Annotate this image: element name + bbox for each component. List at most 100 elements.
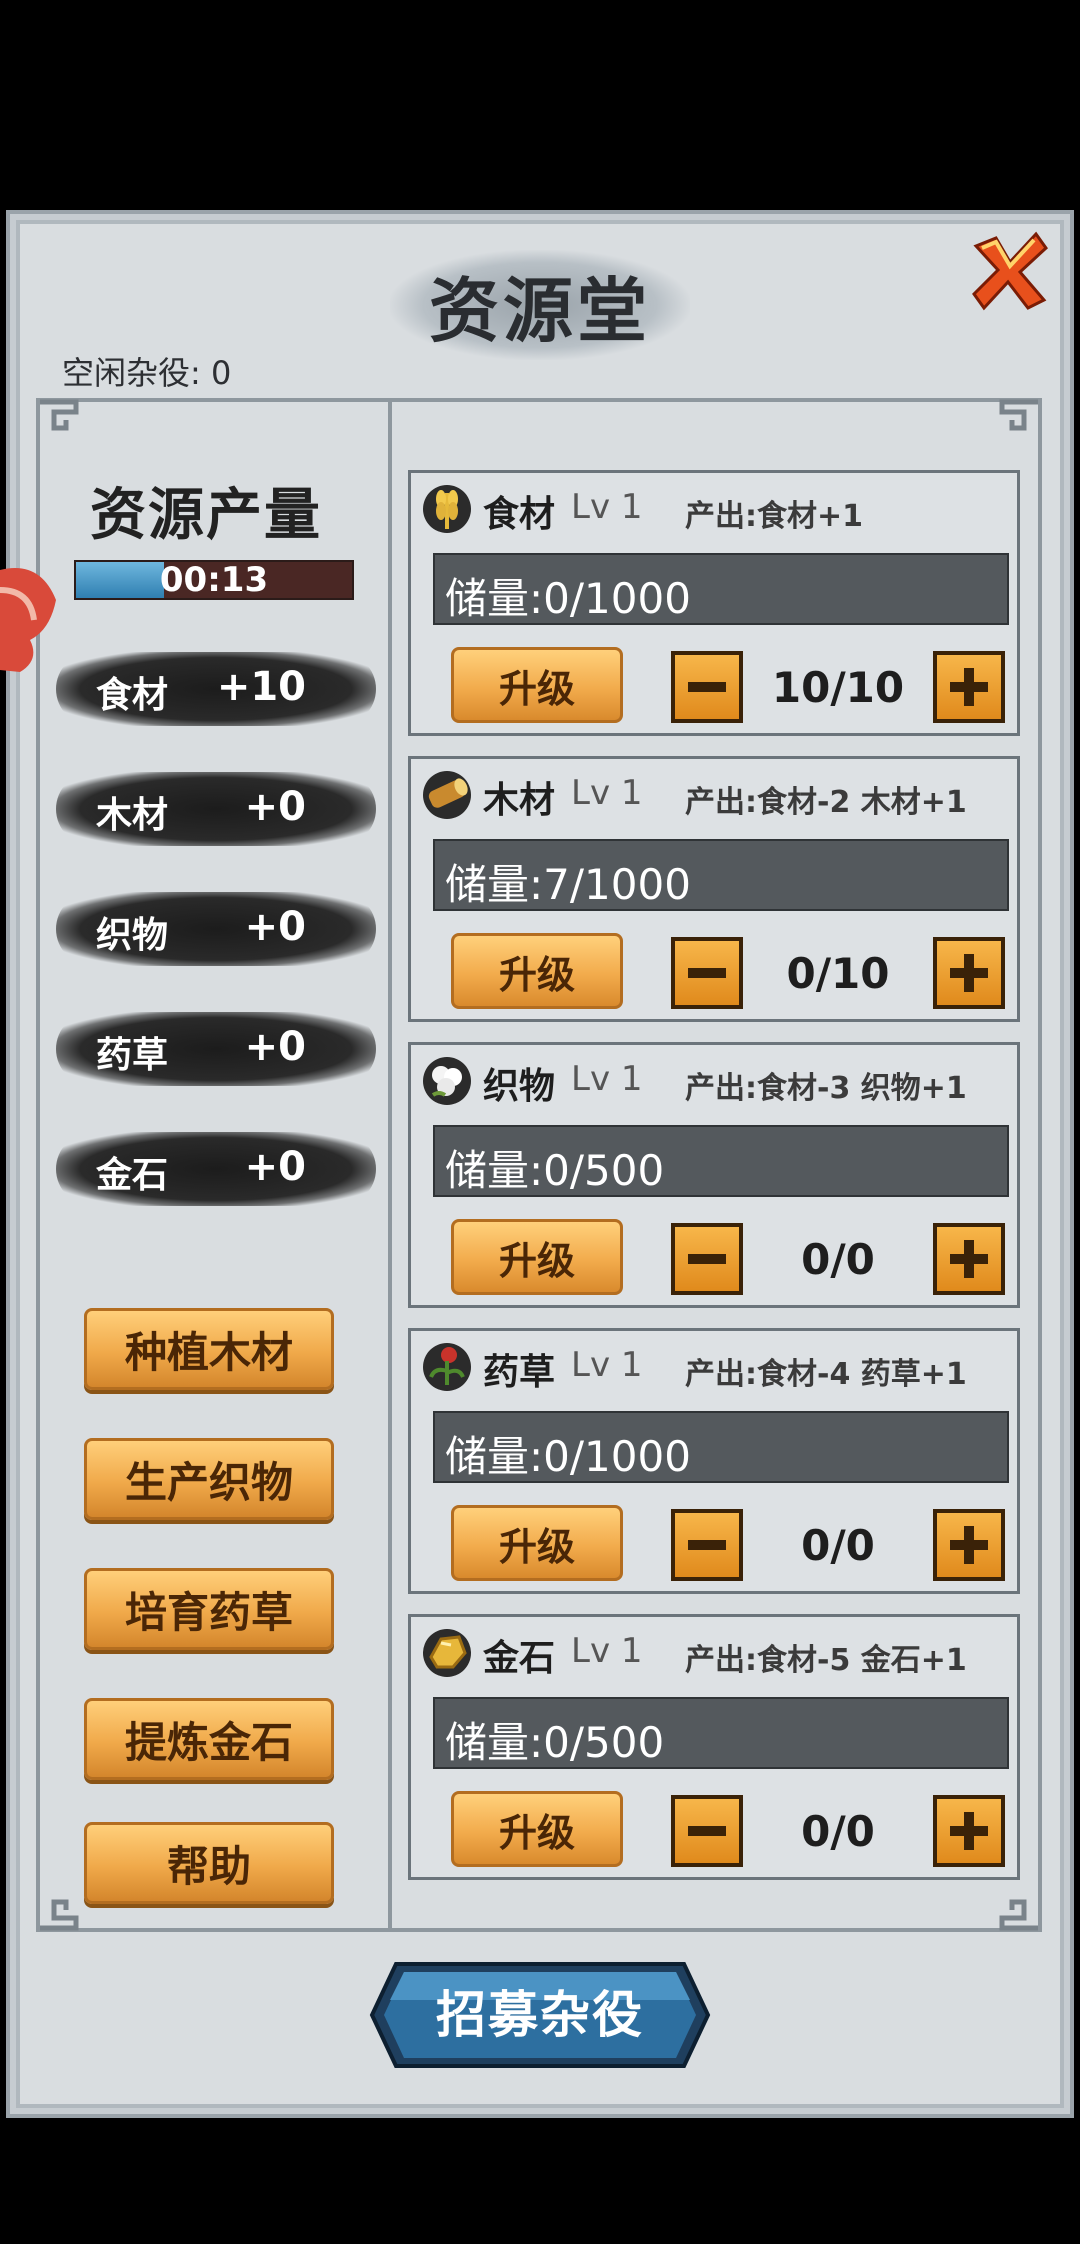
- card-level: Lv 1: [571, 1631, 643, 1671]
- storage-text: 储量:7/1000: [445, 860, 691, 909]
- storage-bar: 储量:0/500: [433, 1697, 1009, 1769]
- increase-button[interactable]: [933, 1223, 1005, 1295]
- production-row: 织物 +0: [56, 892, 376, 966]
- production-row-value: +0: [244, 1144, 306, 1190]
- close-button[interactable]: [966, 228, 1052, 314]
- card-header: 食材 Lv 1 产出:食材+1: [411, 473, 1017, 543]
- column-divider: [388, 398, 392, 1932]
- minus-icon: [688, 1254, 726, 1264]
- log-icon: [423, 771, 471, 819]
- production-row-name: 木材: [96, 795, 169, 836]
- increase-button[interactable]: [933, 651, 1005, 723]
- cultivate-herb-button[interactable]: 培育药草: [84, 1568, 334, 1650]
- production-row-value: +0: [244, 784, 306, 830]
- plus-icon: [950, 954, 988, 992]
- increase-button[interactable]: [933, 937, 1005, 1009]
- corner-ornament-top-left: [40, 399, 79, 431]
- gold-ore-icon: [423, 1629, 471, 1677]
- minus-icon: [688, 682, 726, 692]
- card-output: 产出:食材-3 织物+1: [685, 1071, 967, 1106]
- produce-fabric-button[interactable]: 生产织物: [84, 1438, 334, 1520]
- decrease-button[interactable]: [671, 651, 743, 723]
- resource-card-wood: 木材 Lv 1 产出:食材-2 木材+1 储量:7/1000 升级 0/10: [408, 756, 1020, 1022]
- card-name: 金石: [483, 1638, 556, 1679]
- production-row: 木材 +0: [56, 772, 376, 846]
- title-plate: 资源堂: [390, 250, 690, 360]
- production-timer-bar: 00:13: [74, 560, 354, 600]
- card-level: Lv 1: [571, 773, 643, 813]
- minus-icon: [688, 1826, 726, 1836]
- recruit-label: 招募杂役: [436, 1986, 644, 2044]
- card-level: Lv 1: [571, 1345, 643, 1385]
- production-row: 药草 +0: [56, 1012, 376, 1086]
- plus-icon: [950, 1526, 988, 1564]
- card-name: 食材: [483, 494, 556, 535]
- decrease-button[interactable]: [671, 1509, 743, 1581]
- storage-bar: 储量:7/1000: [433, 839, 1009, 911]
- close-icon: [972, 231, 1048, 311]
- herb-icon: [423, 1343, 471, 1391]
- resource-card-food: 食材 Lv 1 产出:食材+1 储量:0/1000 升级 10/10: [408, 470, 1020, 736]
- decrease-button[interactable]: [671, 1795, 743, 1867]
- production-row: 金石 +0: [56, 1132, 376, 1206]
- production-title: 资源产量: [90, 483, 322, 548]
- side-ribbon-icon: [0, 568, 56, 672]
- card-name: 木材: [483, 780, 556, 821]
- production-row-name: 药草: [96, 1035, 169, 1076]
- help-button[interactable]: 帮助: [84, 1822, 334, 1904]
- upgrade-button[interactable]: 升级: [451, 1791, 623, 1867]
- plus-icon: [950, 1240, 988, 1278]
- card-name: 药草: [483, 1352, 556, 1393]
- storage-text: 储量:0/1000: [445, 1432, 691, 1481]
- plus-icon: [950, 668, 988, 706]
- card-level: Lv 1: [571, 1059, 643, 1099]
- page-title: 资源堂: [429, 269, 651, 352]
- refine-ore-button[interactable]: 提炼金石: [84, 1698, 334, 1780]
- production-row-value: +0: [244, 904, 306, 950]
- recruit-workers-button[interactable]: 招募杂役: [368, 1960, 712, 2070]
- cotton-icon: [423, 1057, 471, 1105]
- timer-text: 00:13: [159, 560, 269, 600]
- card-name: 织物: [483, 1066, 556, 1107]
- storage-bar: 储量:0/1000: [433, 1411, 1009, 1483]
- worker-count: 0/10: [786, 949, 890, 998]
- storage-bar: 储量:0/1000: [433, 553, 1009, 625]
- production-row-name: 织物: [96, 915, 169, 956]
- storage-bar: 储量:0/500: [433, 1125, 1009, 1197]
- upgrade-button[interactable]: 升级: [451, 1219, 623, 1295]
- wheat-icon: [423, 485, 471, 533]
- decrease-button[interactable]: [671, 937, 743, 1009]
- frame-bottom-line: [36, 1928, 1042, 1932]
- decrease-button[interactable]: [671, 1223, 743, 1295]
- minus-icon: [688, 968, 726, 978]
- card-header: 药草 Lv 1 产出:食材-4 药草+1: [411, 1331, 1017, 1401]
- storage-text: 储量:0/1000: [445, 574, 691, 623]
- card-header: 织物 Lv 1 产出:食材-3 织物+1: [411, 1045, 1017, 1115]
- card-header: 木材 Lv 1 产出:食材-2 木材+1: [411, 759, 1017, 829]
- increase-button[interactable]: [933, 1795, 1005, 1867]
- card-output: 产出:食材-4 药草+1: [685, 1357, 967, 1392]
- resource-card-ore: 金石 Lv 1 产出:食材-5 金石+1 储量:0/500 升级 0/0: [408, 1614, 1020, 1880]
- card-level: Lv 1: [571, 487, 643, 527]
- upgrade-button[interactable]: 升级: [451, 1505, 623, 1581]
- storage-text: 储量:0/500: [445, 1146, 665, 1195]
- upgrade-button[interactable]: 升级: [451, 933, 623, 1009]
- frame-top-line: [36, 398, 1042, 402]
- resource-card-herb: 药草 Lv 1 产出:食材-4 药草+1 储量:0/1000 升级 0/0: [408, 1328, 1020, 1594]
- production-row-name: 食材: [96, 675, 169, 716]
- corner-ornament-bottom-right: [999, 1899, 1038, 1931]
- production-row: 食材 +10: [56, 652, 376, 726]
- plant-wood-button[interactable]: 种植木材: [84, 1308, 334, 1390]
- storage-text: 储量:0/500: [445, 1718, 665, 1767]
- worker-count: 0/0: [801, 1521, 875, 1570]
- worker-count: 0/0: [801, 1235, 875, 1284]
- production-row-value: +10: [216, 664, 306, 710]
- idle-workers-label: 空闲杂役: 0: [62, 354, 232, 392]
- card-output: 产出:食材+1: [685, 499, 864, 534]
- increase-button[interactable]: [933, 1509, 1005, 1581]
- card-output: 产出:食材-5 金石+1: [685, 1643, 967, 1678]
- upgrade-button[interactable]: 升级: [451, 647, 623, 723]
- production-row-value: +0: [244, 1024, 306, 1070]
- resource-card-fabric: 织物 Lv 1 产出:食材-3 织物+1 储量:0/500 升级 0/0: [408, 1042, 1020, 1308]
- minus-icon: [688, 1540, 726, 1550]
